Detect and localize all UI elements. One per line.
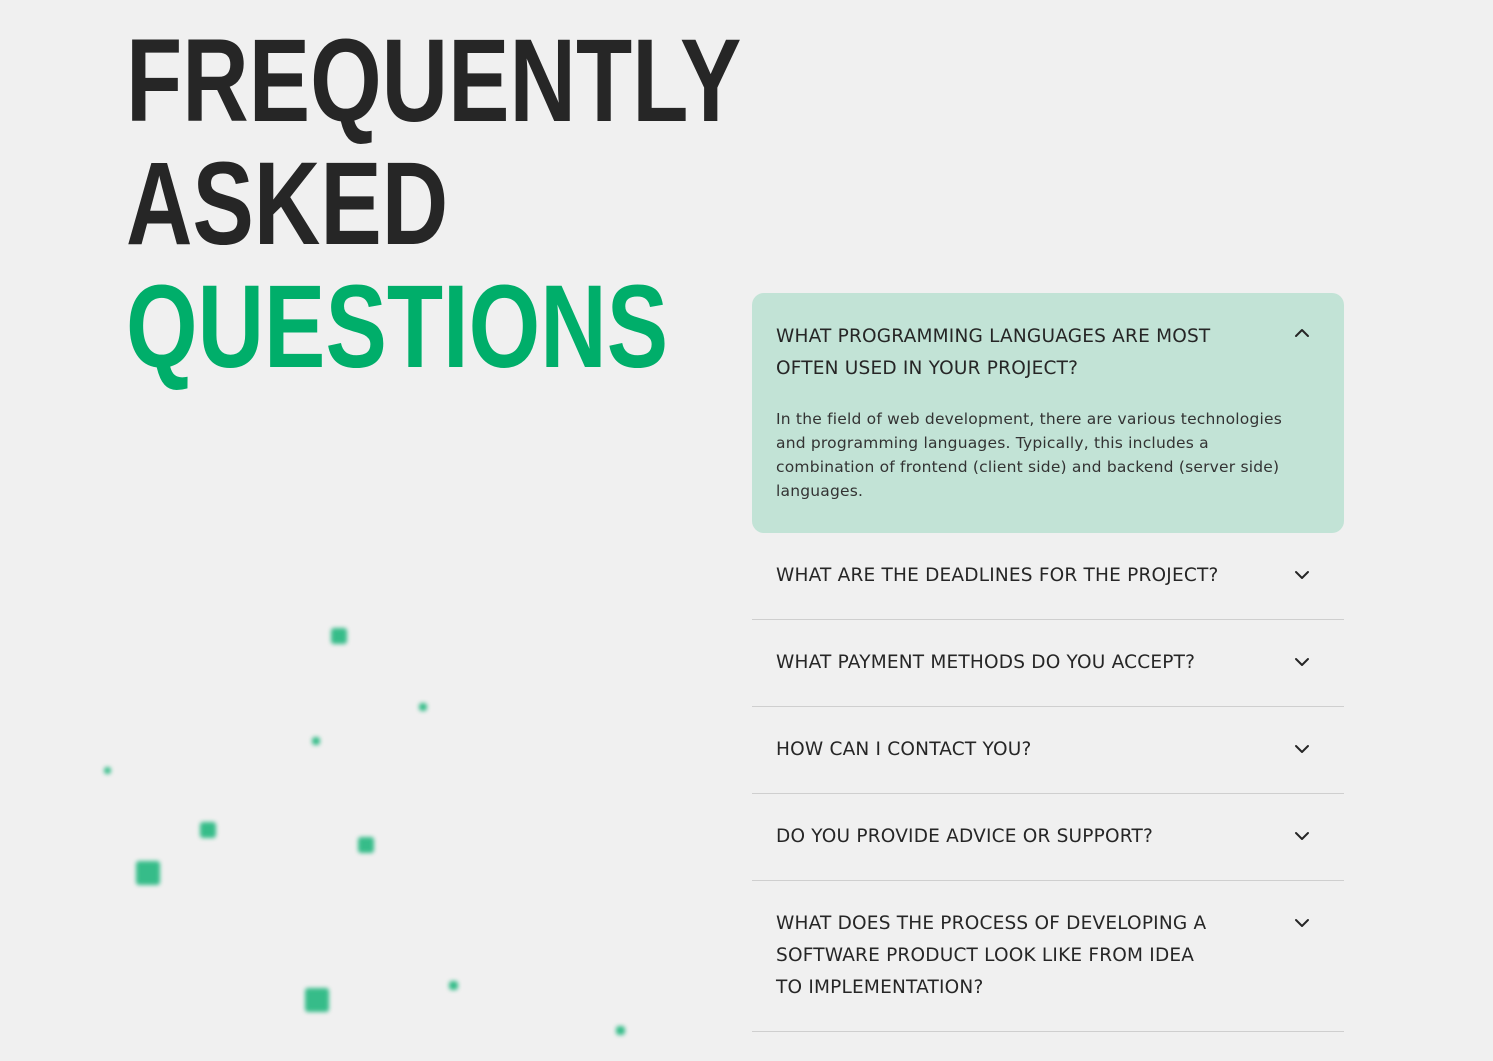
particle [331, 628, 347, 644]
faq-question[interactable]: WHAT DOES THE PROCESS OF DEVELOPING A SO… [776, 908, 1284, 1004]
particle [616, 1026, 625, 1035]
faq-item-programming-languages[interactable]: WHAT PROGRAMMING LANGUAGES ARE MOST OFTE… [752, 293, 1344, 533]
particle [200, 822, 216, 838]
chevron-up-icon[interactable] [1294, 325, 1310, 341]
title-line-asked: ASKED [126, 138, 449, 270]
particle [358, 837, 374, 853]
faq-item-advice-support[interactable]: DO YOU PROVIDE ADVICE OR SUPPORT? [752, 794, 1344, 881]
chevron-down-icon[interactable] [1294, 654, 1310, 670]
faq-question[interactable]: WHAT PROGRAMMING LANGUAGES ARE MOST OFTE… [776, 321, 1312, 385]
particle [312, 737, 320, 745]
particle [104, 767, 111, 774]
chevron-down-icon[interactable] [1294, 567, 1310, 583]
title-line-frequently: FREQUENTLY [126, 15, 742, 147]
faq-item-contact[interactable]: HOW CAN I CONTACT YOU? [752, 707, 1344, 794]
particle [136, 861, 160, 885]
chevron-down-icon[interactable] [1294, 828, 1310, 844]
particle [419, 703, 427, 711]
faq-question[interactable]: DO YOU PROVIDE ADVICE OR SUPPORT? [776, 821, 1284, 853]
faq-accordion: WHAT PROGRAMMING LANGUAGES ARE MOST OFTE… [752, 293, 1344, 1032]
faq-item-payment-methods[interactable]: WHAT PAYMENT METHODS DO YOU ACCEPT? [752, 620, 1344, 707]
chevron-down-icon[interactable] [1294, 915, 1310, 931]
page-title: FREQUENTLY ASKED QUESTIONS [126, 20, 741, 389]
faq-question[interactable]: WHAT ARE THE DEADLINES FOR THE PROJECT? [776, 560, 1284, 592]
faq-question[interactable]: WHAT PAYMENT METHODS DO YOU ACCEPT? [776, 647, 1284, 679]
faq-answer: In the field of web development, there a… [776, 410, 1283, 500]
faq-item-deadlines[interactable]: WHAT ARE THE DEADLINES FOR THE PROJECT? [752, 533, 1344, 620]
title-line-questions: QUESTIONS [126, 261, 669, 393]
particle [305, 988, 329, 1012]
faq-item-development-process[interactable]: WHAT DOES THE PROCESS OF DEVELOPING A SO… [752, 881, 1344, 1032]
chevron-down-icon[interactable] [1294, 741, 1310, 757]
particle [449, 981, 458, 990]
faq-question[interactable]: HOW CAN I CONTACT YOU? [776, 734, 1284, 766]
